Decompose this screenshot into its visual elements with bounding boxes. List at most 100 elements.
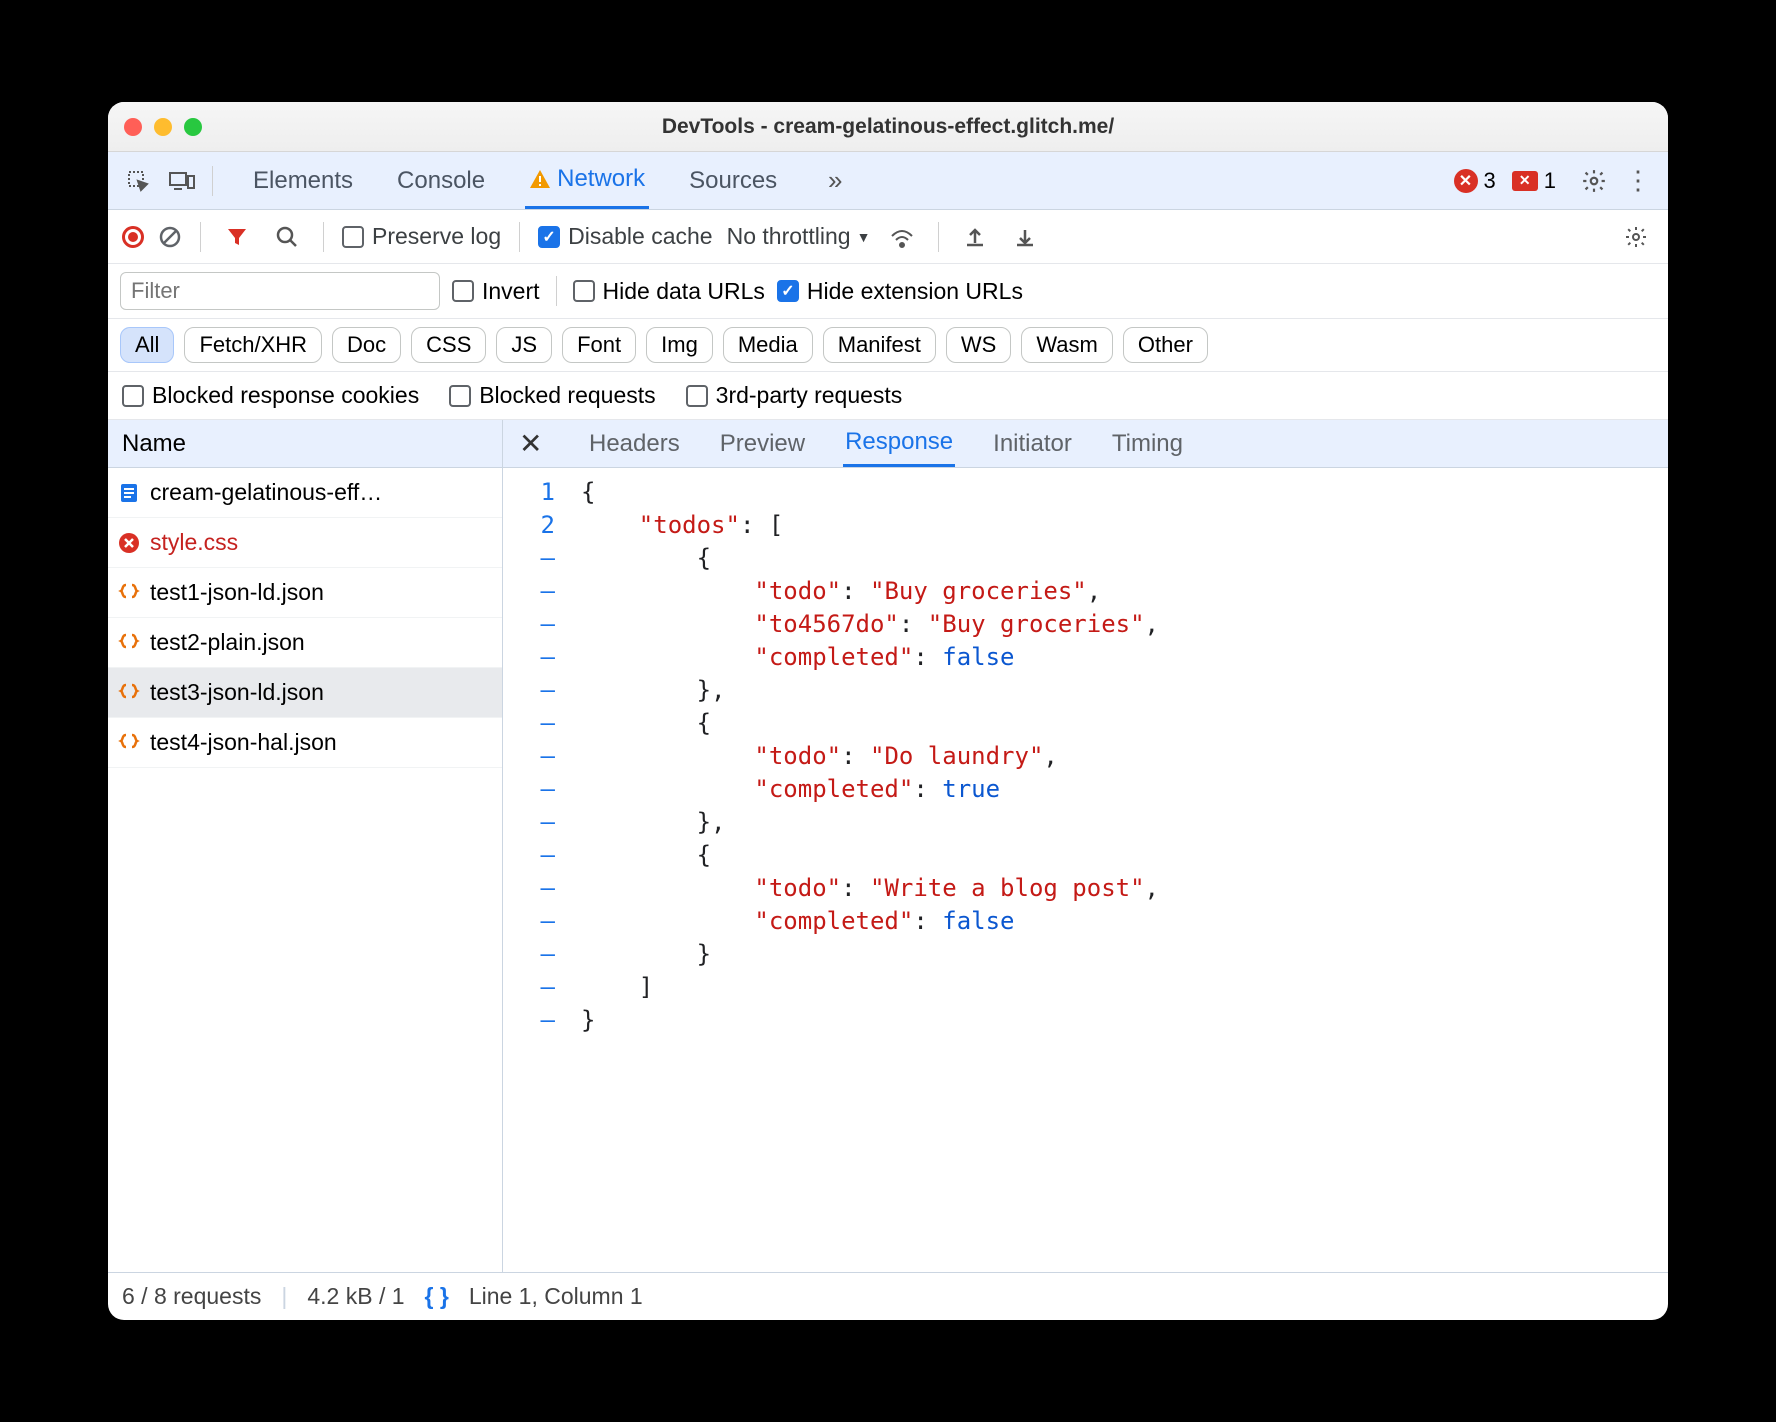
issue-icon: ✕ — [1512, 171, 1538, 191]
type-pill-doc[interactable]: Doc — [332, 327, 401, 363]
request-name: cream-gelatinous-eff… — [150, 479, 382, 506]
preserve-log-label: Preserve log — [372, 223, 501, 250]
request-row[interactable]: test1-json-ld.json — [108, 568, 502, 618]
third-party-toggle[interactable]: 3rd-party requests — [686, 382, 903, 409]
detail-tab-initiator[interactable]: Initiator — [991, 420, 1074, 467]
request-count: 6 / 8 requests — [122, 1283, 261, 1310]
hide-extension-urls-toggle[interactable]: Hide extension URLs — [777, 278, 1023, 305]
tab-network-label: Network — [557, 165, 645, 193]
detail-tabs: ✕ Headers Preview Response Initiator Timing — [503, 420, 1668, 468]
json-icon — [118, 682, 140, 704]
warning-icon — [529, 169, 551, 189]
filter-icon[interactable] — [219, 219, 255, 255]
close-window-button[interactable] — [124, 118, 142, 136]
type-pill-wasm[interactable]: Wasm — [1021, 327, 1113, 363]
zoom-window-button[interactable] — [184, 118, 202, 136]
tab-console[interactable]: Console — [393, 152, 489, 209]
divider — [556, 276, 557, 306]
invert-toggle[interactable]: Invert — [452, 278, 540, 305]
code-body: { "todos": [ { "todo": "Buy groceries", … — [565, 468, 1159, 1272]
blocked-requests-toggle[interactable]: Blocked requests — [449, 382, 655, 409]
traffic-lights — [124, 118, 202, 136]
type-pill-ws[interactable]: WS — [946, 327, 1011, 363]
upload-har-icon[interactable] — [957, 219, 993, 255]
disable-cache-toggle[interactable]: Disable cache — [538, 223, 712, 250]
type-pill-font[interactable]: Font — [562, 327, 636, 363]
type-pill-media[interactable]: Media — [723, 327, 813, 363]
request-name: test3-json-ld.json — [150, 679, 324, 706]
detail-tab-headers[interactable]: Headers — [587, 420, 682, 467]
type-pill-css[interactable]: CSS — [411, 327, 486, 363]
issue-count: 1 — [1544, 168, 1556, 194]
error-count-badge[interactable]: ✕ 3 — [1454, 168, 1496, 194]
statusbar: 6 / 8 requests | 4.2 kB / 1 { } Line 1, … — [108, 1272, 1668, 1320]
throttling-select[interactable]: No throttling▼ — [727, 223, 871, 250]
invert-label: Invert — [482, 278, 540, 305]
throttling-label: No throttling — [727, 223, 851, 250]
request-row[interactable]: test3-json-ld.json — [108, 668, 502, 718]
error-count: 3 — [1484, 168, 1496, 194]
divider — [938, 222, 939, 252]
divider — [212, 166, 213, 196]
type-pill-js[interactable]: JS — [496, 327, 552, 363]
kebab-icon[interactable]: ⋮ — [1620, 163, 1656, 199]
type-pill-all[interactable]: All — [120, 327, 174, 363]
main-split: Name cream-gelatinous-eff… style.css test1… — [108, 420, 1668, 1272]
blocked-cookies-toggle[interactable]: Blocked response cookies — [122, 382, 419, 409]
request-list: Name cream-gelatinous-eff… style.css test1… — [108, 420, 503, 1272]
preserve-log-toggle[interactable]: Preserve log — [342, 223, 501, 250]
json-icon — [118, 732, 140, 754]
issue-count-badge[interactable]: ✕ 1 — [1512, 168, 1556, 194]
tab-network[interactable]: Network — [525, 152, 649, 209]
inspect-icon[interactable] — [120, 163, 156, 199]
disable-cache-label: Disable cache — [568, 223, 712, 250]
tab-elements[interactable]: Elements — [249, 152, 357, 209]
settings-icon[interactable] — [1576, 163, 1612, 199]
error-icon: ✕ — [1454, 169, 1478, 193]
request-list-header[interactable]: Name — [108, 420, 502, 468]
close-detail-icon[interactable]: ✕ — [519, 427, 551, 460]
blocked-cookies-label: Blocked response cookies — [152, 382, 419, 409]
request-row[interactable]: test2-plain.json — [108, 618, 502, 668]
network-settings-icon[interactable] — [1618, 219, 1654, 255]
more-tabs-icon[interactable]: » — [817, 163, 853, 199]
titlebar: DevTools - cream-gelatinous-effect.glitc… — [108, 102, 1668, 152]
line-gutter: 12––––––––––––––– — [503, 468, 565, 1272]
detail-tab-preview[interactable]: Preview — [718, 420, 807, 467]
doc-icon — [118, 482, 140, 504]
type-pill-manifest[interactable]: Manifest — [823, 327, 936, 363]
extra-filters: Blocked response cookies Blocked request… — [108, 372, 1668, 420]
request-name: test1-json-ld.json — [150, 579, 324, 606]
minimize-window-button[interactable] — [154, 118, 172, 136]
clear-button[interactable] — [158, 225, 182, 249]
detail-tab-timing[interactable]: Timing — [1110, 420, 1185, 467]
window-title: DevTools - cream-gelatinous-effect.glitc… — [108, 115, 1668, 139]
device-icon[interactable] — [164, 163, 200, 199]
tab-sources[interactable]: Sources — [685, 152, 781, 209]
hide-data-urls-toggle[interactable]: Hide data URLs — [573, 278, 765, 305]
panel-tabstrip: Elements Console Network Sources » ✕ 3 ✕… — [108, 152, 1668, 210]
filter-row: Invert Hide data URLs Hide extension URL… — [108, 264, 1668, 319]
filter-input[interactable] — [120, 272, 440, 310]
network-conditions-icon[interactable] — [884, 219, 920, 255]
search-icon[interactable] — [269, 219, 305, 255]
request-row[interactable]: cream-gelatinous-eff… — [108, 468, 502, 518]
devtools-window: DevTools - cream-gelatinous-effect.glitc… — [108, 102, 1668, 1320]
type-pill-other[interactable]: Other — [1123, 327, 1208, 363]
braces-icon[interactable]: { } — [425, 1283, 449, 1310]
transfer-size: 4.2 kB / 1 — [307, 1283, 404, 1310]
network-toolbar: Preserve log Disable cache No throttling… — [108, 210, 1668, 264]
cursor-position: Line 1, Column 1 — [469, 1283, 643, 1310]
request-row[interactable]: style.css — [108, 518, 502, 568]
download-har-icon[interactable] — [1007, 219, 1043, 255]
detail-tab-response[interactable]: Response — [843, 420, 955, 467]
divider — [519, 222, 520, 252]
type-pill-img[interactable]: Img — [646, 327, 713, 363]
record-button[interactable] — [122, 226, 144, 248]
hide-ext-label: Hide extension URLs — [807, 278, 1023, 305]
response-code-view[interactable]: 12––––––––––––––– { "todos": [ { "todo":… — [503, 468, 1668, 1272]
type-pill-fetchxhr[interactable]: Fetch/XHR — [184, 327, 322, 363]
blocked-requests-label: Blocked requests — [479, 382, 655, 409]
request-name: style.css — [150, 529, 238, 556]
request-row[interactable]: test4-json-hal.json — [108, 718, 502, 768]
